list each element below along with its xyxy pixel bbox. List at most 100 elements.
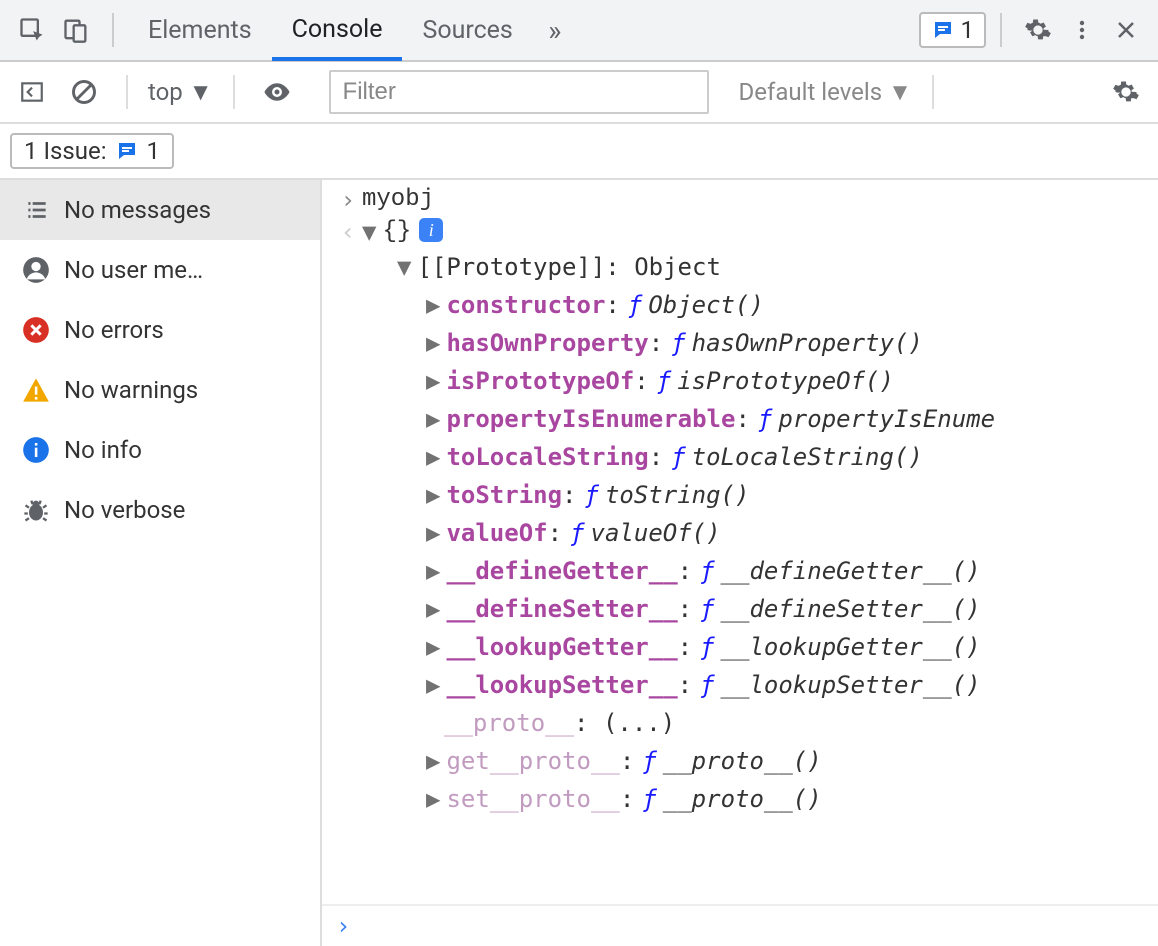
object-root[interactable]: {} (382, 218, 411, 245)
expand-toggle[interactable]: ▶ (426, 286, 440, 324)
issues-badge-top[interactable]: 1 (919, 12, 987, 48)
accessor-prefix: set (446, 780, 489, 818)
live-expression-icon[interactable] (255, 70, 299, 114)
function-name[interactable]: __proto__() (663, 742, 822, 780)
sidebar-item-info[interactable]: No info (0, 420, 320, 480)
property-value[interactable]: (...) (603, 704, 675, 742)
function-keyword: ƒ (642, 742, 656, 780)
tab-elements[interactable]: Elements (128, 0, 272, 60)
function-keyword: ƒ (700, 628, 714, 666)
property-name[interactable]: toLocaleString (446, 438, 648, 476)
chevron-down-icon: ▼ (189, 78, 213, 107)
info-badge-icon[interactable]: i (419, 218, 443, 242)
function-name[interactable]: Object() (648, 286, 764, 324)
list-icon (0, 197, 50, 223)
property-name[interactable]: valueOf (446, 514, 547, 552)
property-name[interactable]: isPrototypeOf (446, 362, 634, 400)
issues-count: 1 (147, 137, 161, 165)
prototype-value[interactable]: Object (634, 248, 721, 286)
property-name[interactable]: __proto__ (490, 742, 620, 780)
function-name[interactable]: __lookupSetter__() (721, 666, 981, 704)
levels-label: Default levels (739, 78, 883, 106)
more-tabs-icon[interactable]: » (533, 8, 577, 52)
function-name[interactable]: __proto__() (663, 780, 822, 818)
output-chevron-icon: ‹ (334, 218, 362, 246)
property-name[interactable]: constructor (446, 286, 605, 324)
expand-toggle[interactable]: ▶ (426, 552, 440, 590)
function-name[interactable]: __defineSetter__() (721, 590, 981, 628)
property-name[interactable]: __lookupSetter__ (446, 666, 677, 704)
property-name[interactable]: __lookupGetter__ (446, 628, 677, 666)
issues-pill[interactable]: 1 Issue: 1 (10, 133, 174, 169)
property-name[interactable]: __defineSetter__ (446, 590, 677, 628)
tab-console[interactable]: Console (272, 1, 403, 61)
sidebar-item-label: No warnings (64, 376, 198, 404)
device-toggle-icon[interactable] (54, 8, 98, 52)
console-sidebar: No messages No user me… No errors No war… (0, 180, 322, 946)
expand-toggle[interactable]: ▶ (426, 400, 440, 438)
sidebar-item-label: No messages (64, 196, 211, 224)
property-name[interactable]: propertyIsEnumerable (446, 400, 735, 438)
expand-toggle[interactable]: ▶ (426, 324, 440, 362)
sidebar-item-verbose[interactable]: No verbose (0, 480, 320, 540)
log-levels-selector[interactable]: Default levels ▼ (739, 78, 912, 107)
function-name[interactable]: toString() (605, 476, 750, 514)
chevron-down-icon: ▼ (888, 78, 912, 107)
console-settings-gear-icon[interactable] (1104, 70, 1148, 114)
context-label: top (148, 78, 183, 106)
function-keyword: ƒ (585, 476, 599, 514)
expand-toggle[interactable]: ▶ (426, 514, 440, 552)
collapse-toggle[interactable]: ▼ (397, 248, 411, 286)
sidebar-item-messages[interactable]: No messages (0, 180, 320, 240)
expand-toggle[interactable]: ▶ (426, 742, 440, 780)
function-keyword: ƒ (657, 362, 671, 400)
close-devtools-icon[interactable] (1104, 8, 1148, 52)
function-name[interactable]: __lookupGetter__() (721, 628, 981, 666)
sidebar-item-errors[interactable]: No errors (0, 300, 320, 360)
filter-input[interactable] (329, 70, 709, 114)
error-icon (0, 316, 50, 344)
sidebar-item-label: No verbose (64, 496, 185, 524)
issues-count-top: 1 (961, 16, 975, 44)
function-name[interactable]: valueOf() (591, 514, 721, 552)
expand-toggle[interactable]: ▶ (426, 590, 440, 628)
function-name[interactable]: toLocaleString() (692, 438, 923, 476)
expand-toggle[interactable]: ▶ (426, 362, 440, 400)
property-name[interactable]: __proto__ (490, 780, 620, 818)
console-input-echo: myobj (362, 186, 434, 213)
function-keyword: ƒ (570, 514, 584, 552)
function-name[interactable]: isPrototypeOf() (677, 362, 894, 400)
property-name[interactable]: toString (446, 476, 562, 514)
function-keyword: ƒ (671, 324, 685, 362)
function-keyword: ƒ (642, 780, 656, 818)
property-name[interactable]: hasOwnProperty (446, 324, 648, 362)
property-name[interactable]: __defineGetter__ (446, 552, 677, 590)
input-chevron-icon: › (334, 186, 362, 214)
function-keyword: ƒ (628, 286, 642, 324)
sidebar-item-warnings[interactable]: No warnings (0, 360, 320, 420)
info-icon (0, 436, 50, 464)
sidebar-item-user[interactable]: No user me… (0, 240, 320, 300)
accessor-prefix: get (446, 742, 489, 780)
kebab-menu-icon[interactable] (1060, 8, 1104, 52)
clear-console-icon[interactable] (62, 70, 106, 114)
settings-gear-icon[interactable] (1016, 8, 1060, 52)
context-selector[interactable]: top ▼ (148, 78, 213, 107)
prototype-label: [[Prototype]] (417, 248, 605, 286)
expand-toggle[interactable]: ▶ (426, 476, 440, 514)
function-name[interactable]: propertyIsEnume (778, 400, 995, 438)
collapse-toggle[interactable]: ▼ (362, 218, 376, 246)
property-name[interactable]: __proto__ (444, 704, 574, 742)
tab-sources[interactable]: Sources (402, 0, 532, 60)
expand-toggle[interactable]: ▶ (426, 628, 440, 666)
bug-icon (0, 496, 50, 524)
function-keyword: ƒ (700, 590, 714, 628)
inspect-element-icon[interactable] (10, 8, 54, 52)
function-name[interactable]: hasOwnProperty() (692, 324, 923, 362)
function-name[interactable]: __defineGetter__() (721, 552, 981, 590)
expand-toggle[interactable]: ▶ (426, 780, 440, 818)
expand-toggle[interactable]: ▶ (426, 438, 440, 476)
expand-toggle[interactable]: ▶ (426, 666, 440, 704)
toggle-sidebar-icon[interactable] (10, 70, 54, 114)
console-prompt[interactable]: › (322, 904, 1158, 946)
